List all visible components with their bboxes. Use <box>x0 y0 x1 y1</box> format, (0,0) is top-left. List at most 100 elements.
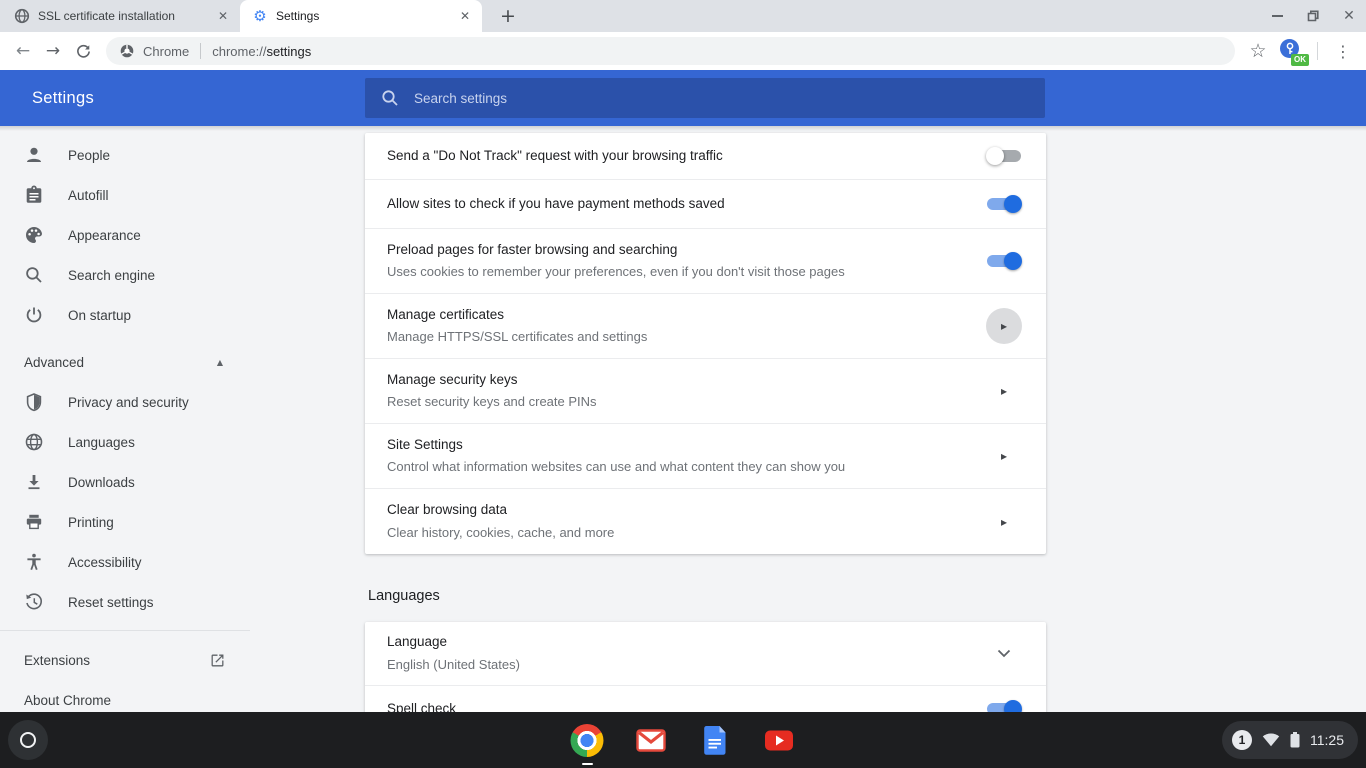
chevron-down-icon[interactable] <box>997 649 1011 658</box>
extensions-label: Extensions <box>24 653 90 668</box>
sidebar-item-reset-settings[interactable]: Reset settings <box>0 582 250 622</box>
palette-icon <box>24 225 44 245</box>
battery-icon <box>1290 732 1300 748</box>
system-shelf: 1 11:25 <box>0 712 1366 768</box>
privacy-card: Send a "Do Not Track" request with your … <box>365 133 1046 554</box>
setting-title: Manage security keys <box>387 371 966 389</box>
url-host: settings <box>266 44 311 59</box>
preload-pages-toggle[interactable] <box>987 255 1021 267</box>
subpage-arrow-icon[interactable]: ▸ <box>1001 449 1007 463</box>
settings-search-input[interactable] <box>414 91 1029 106</box>
new-tab-button[interactable]: + <box>494 2 522 30</box>
sidebar-item-accessibility[interactable]: Accessibility <box>0 542 250 582</box>
launcher-button[interactable] <box>8 720 48 760</box>
setting-title: Allow sites to check if you have payment… <box>387 195 966 213</box>
window-controls: ✕ <box>1270 0 1356 32</box>
sidebar-item-label: Accessibility <box>68 555 142 570</box>
setting-subtitle: Uses cookies to remember your preference… <box>387 264 966 281</box>
setting-subtitle: Control what information websites can us… <box>387 459 966 476</box>
restore-button[interactable] <box>1306 9 1320 23</box>
sidebar-item-languages[interactable]: Languages <box>0 422 250 462</box>
setting-title: Clear browsing data <box>387 501 966 519</box>
close-tab-icon[interactable]: ✕ <box>214 7 232 25</box>
tab-title: SSL certificate installation <box>38 9 214 23</box>
setting-row-do-not-track: Send a "Do Not Track" request with your … <box>365 133 1046 180</box>
minimize-button[interactable] <box>1270 9 1284 23</box>
notification-count-badge: 1 <box>1232 730 1252 750</box>
search-icon <box>24 265 44 285</box>
sidebar-item-label: Privacy and security <box>68 395 189 410</box>
setting-row-preload-pages: Preload pages for faster browsing and se… <box>365 229 1046 294</box>
settings-search-bar[interactable] <box>365 78 1045 118</box>
payment-methods-toggle[interactable] <box>987 198 1021 210</box>
sidebar-advanced-toggle[interactable]: Advanced ▲ <box>0 342 250 382</box>
page-title: Settings <box>32 89 94 108</box>
sidebar-item-autofill[interactable]: Autofill <box>0 175 250 215</box>
power-icon <box>24 305 44 325</box>
back-button[interactable]: ← <box>8 36 38 66</box>
globe-favicon-icon <box>14 8 30 24</box>
do-not-track-toggle[interactable] <box>987 150 1021 162</box>
password-extension-icon[interactable]: OK <box>1277 36 1307 66</box>
forward-button[interactable]: → <box>38 36 68 66</box>
sidebar-item-label: Languages <box>68 435 135 450</box>
sidebar-item-privacy-and-security[interactable]: Privacy and security <box>0 382 250 422</box>
search-icon <box>381 89 399 107</box>
languages-card: Language English (United States) Spell c… <box>365 622 1046 712</box>
subpage-arrow-icon[interactable]: ▸ <box>1001 515 1007 529</box>
sidebar-item-label: On startup <box>68 308 131 323</box>
setting-title: Spell check <box>387 700 966 712</box>
tab-settings[interactable]: ⚙ Settings ✕ <box>240 0 482 32</box>
subpage-arrow-icon[interactable]: ▸ <box>1001 319 1007 333</box>
omnibox-divider <box>200 43 201 59</box>
shield-icon <box>24 392 44 412</box>
setting-row-site-settings[interactable]: Site Settings Control what information w… <box>365 424 1046 489</box>
docs-app-icon[interactable] <box>699 724 732 757</box>
sidebar-item-about-chrome[interactable]: About Chrome <box>0 680 250 712</box>
status-tray[interactable]: 1 11:25 <box>1222 721 1358 759</box>
browser-menu-kebab-icon[interactable]: ⋮ <box>1328 36 1358 66</box>
globe-icon <box>24 432 44 452</box>
gmail-app-icon[interactable] <box>635 724 668 757</box>
sidebar-item-extensions[interactable]: Extensions <box>0 640 250 680</box>
reload-button[interactable] <box>68 36 98 66</box>
sidebar-item-people[interactable]: People <box>0 135 250 175</box>
close-tab-icon[interactable]: ✕ <box>456 7 474 25</box>
youtube-app-icon[interactable] <box>763 724 796 757</box>
setting-title: Site Settings <box>387 436 966 454</box>
clock: 11:25 <box>1310 732 1344 748</box>
sidebar-item-label: Appearance <box>68 228 141 243</box>
sidebar-item-label: Reset settings <box>68 595 154 610</box>
sidebar-item-label: Search engine <box>68 268 155 283</box>
restore-icon <box>24 592 44 612</box>
address-bar[interactable]: Chrome chrome://settings <box>106 37 1235 65</box>
subpage-arrow-icon[interactable]: ▸ <box>1001 384 1007 398</box>
setting-title: Preload pages for faster browsing and se… <box>387 241 966 259</box>
setting-row-manage-security-keys[interactable]: Manage security keys Reset security keys… <box>365 359 1046 424</box>
browser-toolbar: ← → Chrome chrome://settings ☆ OK ⋮ <box>0 32 1366 70</box>
sidebar-item-label: Autofill <box>68 188 109 203</box>
toolbar-divider <box>1317 42 1318 60</box>
setting-row-clear-browsing-data[interactable]: Clear browsing data Clear history, cooki… <box>365 489 1046 554</box>
tab-ssl-certificate-installation[interactable]: SSL certificate installation ✕ <box>2 0 240 32</box>
bookmark-star-icon[interactable]: ☆ <box>1243 36 1273 66</box>
sidebar-item-label: Printing <box>68 515 114 530</box>
settings-page: People Autofill Appearance Search engine… <box>0 126 1366 712</box>
sidebar-item-appearance[interactable]: Appearance <box>0 215 250 255</box>
autofill-icon <box>24 185 44 205</box>
chevron-up-icon: ▲ <box>217 358 223 367</box>
spell-check-toggle[interactable] <box>987 703 1021 712</box>
setting-row-language[interactable]: Language English (United States) <box>365 622 1046 686</box>
chrome-app-icon[interactable] <box>571 724 604 757</box>
sidebar-item-on-startup[interactable]: On startup <box>0 295 250 335</box>
close-window-button[interactable]: ✕ <box>1342 9 1356 23</box>
sidebar-item-printing[interactable]: Printing <box>0 502 250 542</box>
wifi-icon <box>1262 733 1280 747</box>
setting-row-payment-methods: Allow sites to check if you have payment… <box>365 180 1046 229</box>
sidebar-item-search-engine[interactable]: Search engine <box>0 255 250 295</box>
setting-value: English (United States) <box>387 657 966 674</box>
settings-header: Settings <box>0 70 1366 126</box>
focus-ring: ▸ <box>986 308 1022 344</box>
setting-row-manage-certificates[interactable]: Manage certificates Manage HTTPS/SSL cer… <box>365 294 1046 359</box>
sidebar-item-downloads[interactable]: Downloads <box>0 462 250 502</box>
